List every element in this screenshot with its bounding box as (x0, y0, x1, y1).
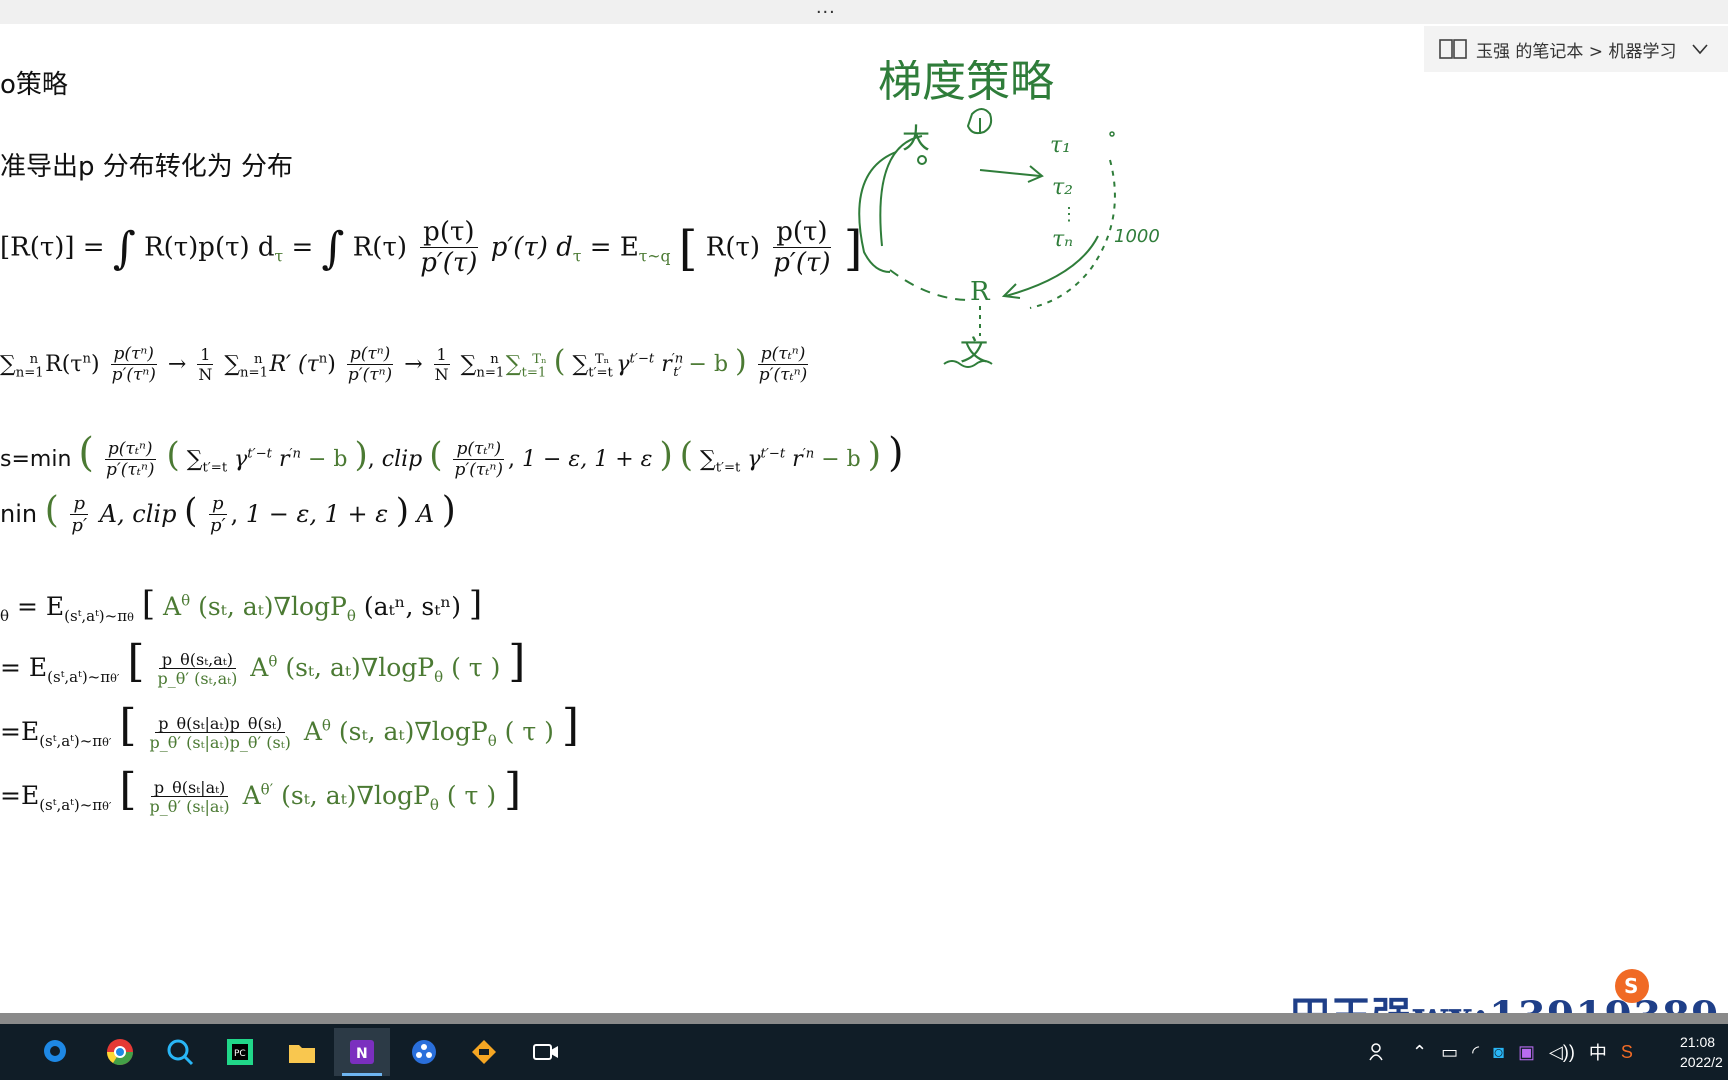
equation-importance-sampling-3: =E(sᵗ,aᵗ)~πθ′ [ p_θ(sₜ|aₜ) p_θ′ (sₜ|aₜ) A… (0, 764, 522, 817)
chevron-up-icon[interactable]: ⌃ (1412, 1042, 1427, 1063)
svg-text:R: R (970, 277, 991, 307)
clock[interactable]: 21:08 2022/2 (1680, 1032, 1723, 1072)
svg-text:PC: PC (234, 1049, 246, 1059)
svg-text:τₙ: τₙ (1052, 227, 1073, 252)
equation-expectation-integral: [R(τ)] = ∫ R(τ)p(τ) dτ = ∫ R(τ) p(τ) p′(τ… (0, 217, 863, 278)
eq1-lhs: [R(τ)] = (0, 232, 105, 263)
note-canvas[interactable]: o策略 准导出p 分布转化为 分布 [R(τ)] = ∫ R(τ)p(τ) dτ… (0, 24, 1728, 1014)
wifi-icon[interactable]: ◜ (1472, 1042, 1479, 1063)
horizontal-scrollbar[interactable] (0, 1013, 1728, 1024)
search-app-icon[interactable] (28, 1028, 84, 1076)
ratio-fraction: p(τ) p′(τ) (420, 217, 478, 278)
equation-sample-approximation: ∑n=1n R(τn) p(τⁿ) p′(τⁿ) → 1N ∑n=1n R′ (τ… (0, 343, 809, 385)
equation-clip-min: s=min ( p(τₜⁿ) p′(τₜⁿ) ( ∑t′=t γt′−t r′n … (0, 430, 904, 480)
handwritten-title: 梯度策略 (878, 60, 1054, 107)
file-explorer-icon[interactable] (274, 1028, 330, 1076)
handwritten-1000: 1000 (1114, 226, 1160, 247)
battery-icon[interactable]: ▭ (1441, 1042, 1458, 1063)
video-recorder-icon[interactable] (518, 1028, 574, 1076)
ime-language-indicator[interactable]: 中 (1589, 1039, 1607, 1065)
search-tray-icon[interactable]: ◙ (1493, 1042, 1504, 1063)
svg-text:N: N (356, 1046, 368, 1062)
system-tray: ⌃ ▭ ◜ ◙ ▣ ◁)) 中 S (1368, 1024, 1647, 1080)
volume-icon[interactable]: ◁)) (1549, 1042, 1575, 1063)
integral-sign: ∫ (321, 222, 345, 274)
chrome-icon[interactable] (92, 1028, 148, 1076)
svg-text:文: 文 (960, 334, 988, 367)
window-top-bar: ... (0, 0, 1728, 24)
equation-importance-sampling-2: =E(sᵗ,aᵗ)~πθ′ [ p_θ(sₜ|aₜ)p_θ(sₜ) p_θ′ (s… (0, 700, 580, 753)
clock-time: 21:08 (1680, 1034, 1716, 1050)
onenote-tray-icon[interactable]: ▣ (1518, 1042, 1535, 1063)
taskbar: PC N ⌃ ▭ ◜ ◙ ▣ ◁)) 中 S 21:08 2022/2 (0, 1024, 1728, 1080)
sogou-tray-icon[interactable]: S (1621, 1042, 1633, 1063)
equation-gradient-expectation: θ = E(sᵗ,aᵗ)~πθ [ Aθ (sₜ, aₜ)∇logPθ (aₜⁿ… (0, 584, 483, 625)
sogou-ime-icon[interactable]: S (1612, 966, 1652, 1006)
svg-text:S: S (1624, 974, 1638, 998)
svg-text:τ₁: τ₁ (1050, 133, 1071, 158)
svg-text:τ₂: τ₂ (1052, 175, 1073, 200)
svg-text:⋮: ⋮ (1060, 204, 1078, 224)
people-icon[interactable] (1368, 1041, 1390, 1063)
davinci-icon[interactable] (396, 1028, 452, 1076)
heading-ppo-strategy: o策略 (0, 70, 68, 100)
clock-date: 2022/2 (1680, 1054, 1723, 1070)
handwritten-diagram: 梯度策略 大 τ₁ τ₂ ⋮ τₙ 1000 R 文 (858, 60, 1160, 368)
equation-importance-sampling-1: = E(sᵗ,aᵗ)~πθ′ [ p_θ(sₜ,aₜ) p_θ′ (sₜ,aₜ) … (0, 636, 526, 689)
onenote-icon[interactable]: N (334, 1028, 390, 1076)
heading-distribution-transform: 准导出p 分布转化为 分布 (0, 152, 294, 182)
equation-clip-advantage: nin ( p p′ A, clip ( p p′, 1 − ε, 1 + ε ) … (0, 490, 456, 537)
more-options-button[interactable]: ... (816, 0, 836, 19)
tool-app-icon[interactable] (456, 1028, 512, 1076)
integral-sign: ∫ (112, 222, 136, 274)
pycharm-icon[interactable]: PC (212, 1028, 268, 1076)
search-assistant-icon[interactable] (152, 1028, 208, 1076)
